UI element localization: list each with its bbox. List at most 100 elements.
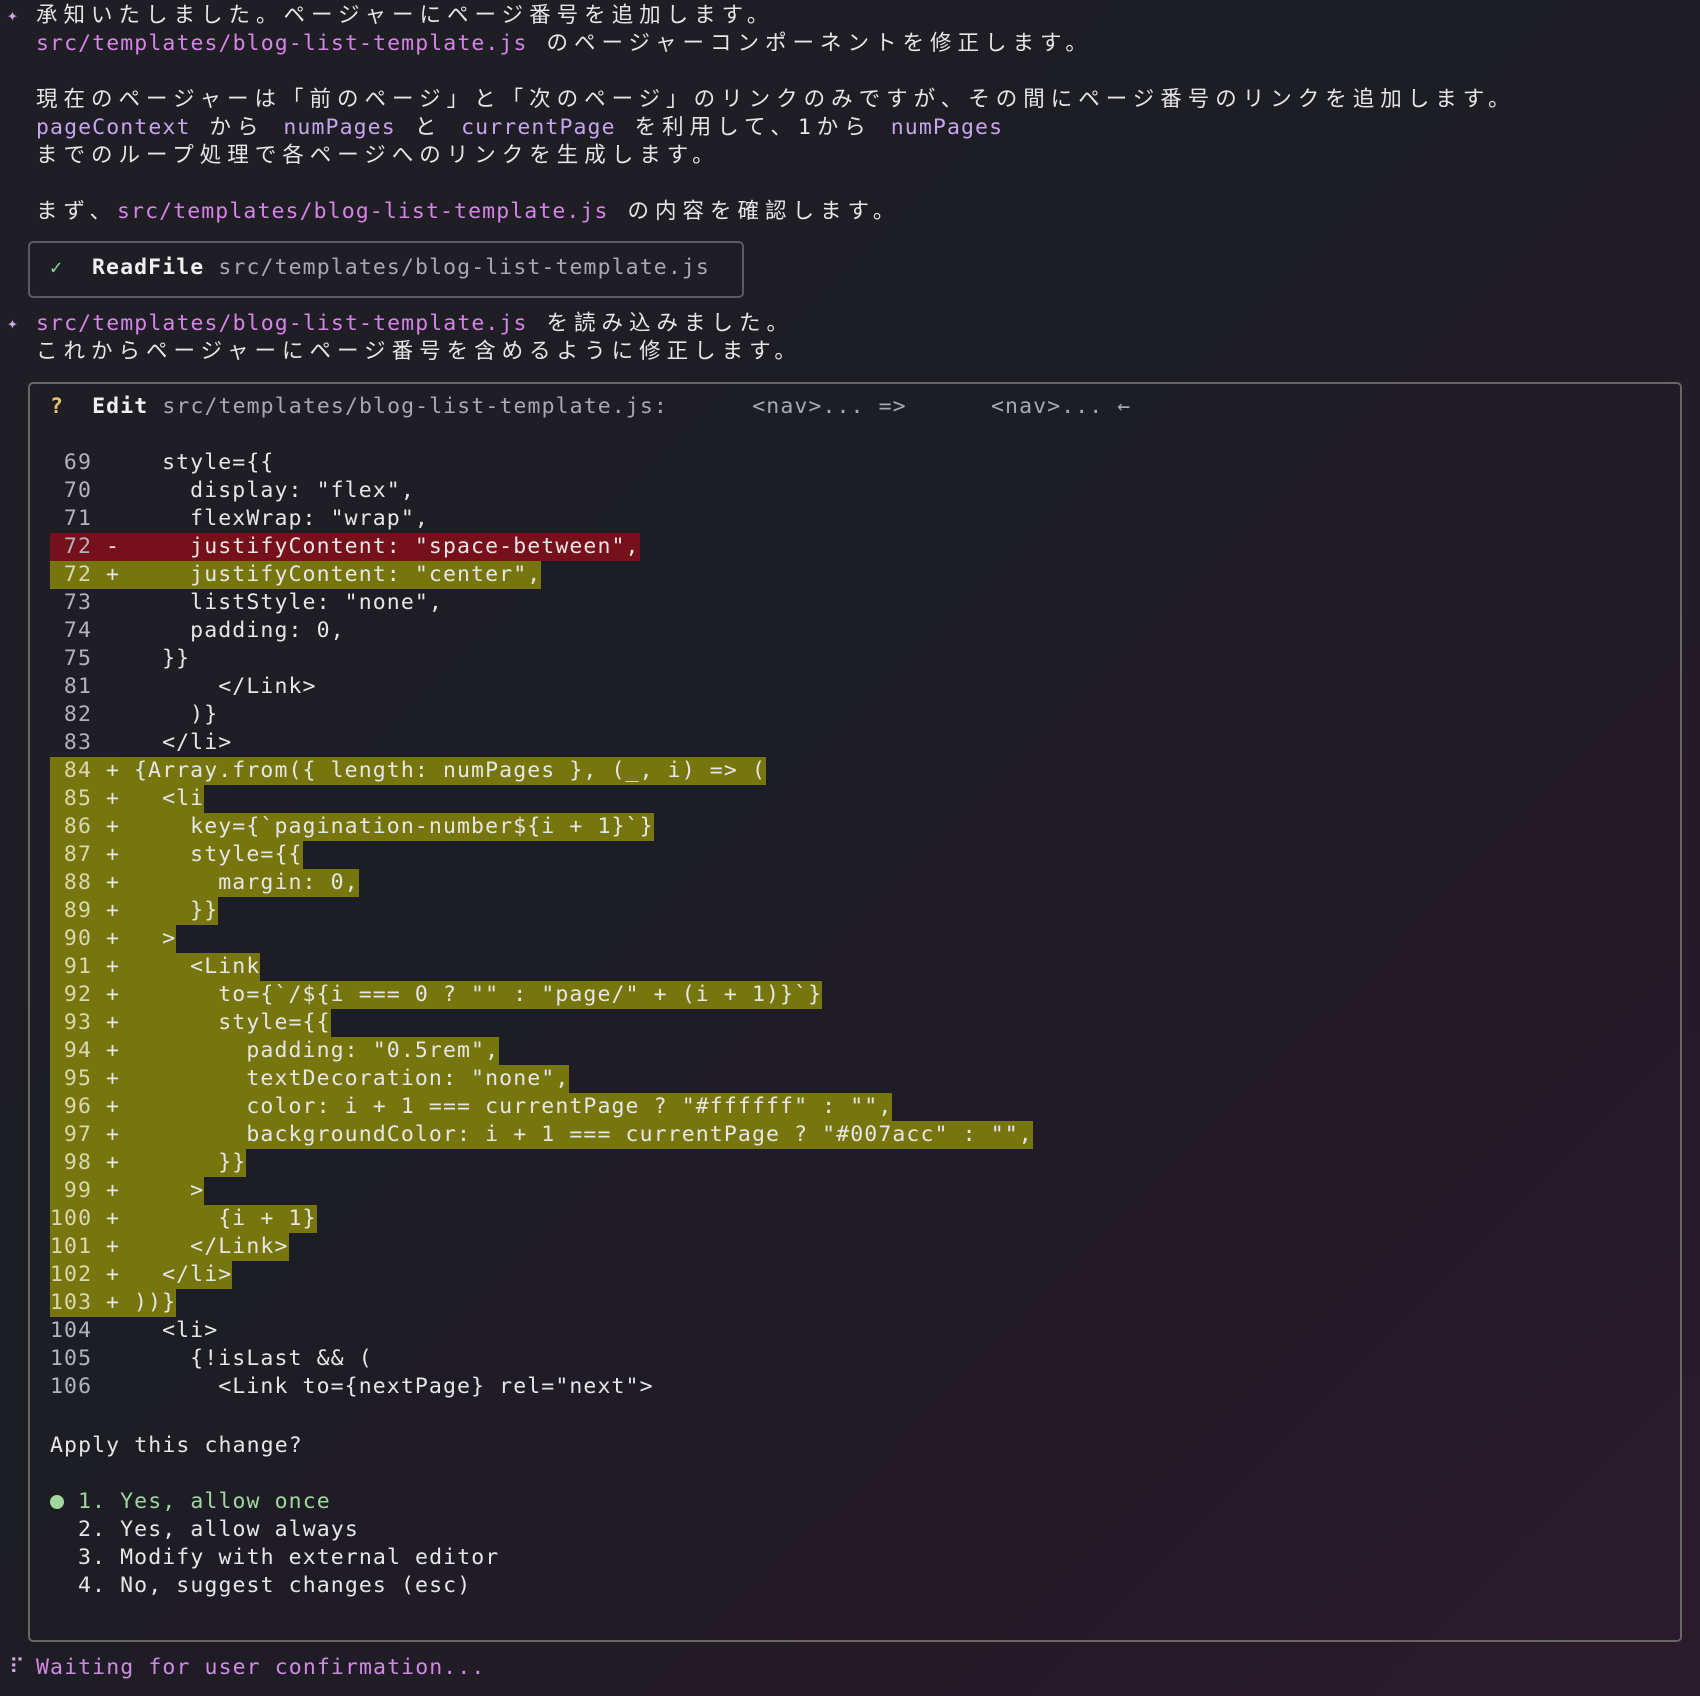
- edit-path: src/templates/blog-list-template.js:: [162, 394, 668, 419]
- diff-line: 105 {!isLast && (: [50, 1345, 1033, 1373]
- diff-line-added: 99 + >: [50, 1177, 1033, 1205]
- question-icon: ?: [50, 394, 65, 419]
- assistant-message-line: 現在のページャーは「前のページ」と「次のページ」のリンクのみですが、その間にペー…: [36, 87, 1516, 112]
- line-number: 105: [50, 1346, 93, 1371]
- code-text: <li: [134, 786, 205, 811]
- status-text: Waiting for user confirmation...: [36, 1655, 486, 1680]
- code-text: )}: [134, 702, 219, 727]
- diff-view: 69 style={{70 display: "flex", 71 flexWra…: [50, 449, 1033, 1401]
- diff-sign: +: [105, 870, 121, 895]
- line-number: 70: [63, 478, 92, 503]
- line-number: 73: [63, 590, 92, 615]
- diff-line: 83 </li>: [50, 729, 1033, 757]
- code-text: >: [134, 1178, 205, 1203]
- line-number: 85: [63, 786, 92, 811]
- line-number: 71: [63, 506, 92, 531]
- line-number: 102: [50, 1262, 93, 1287]
- option-suggest-changes[interactable]: 4. No, suggest changes (esc): [50, 1572, 499, 1600]
- option-label: 1. Yes, allow once: [78, 1489, 331, 1514]
- diff-sign: +: [105, 1094, 121, 1119]
- code-text: style={{: [134, 1010, 331, 1035]
- diff-line-added: 72 + justifyContent: "center",: [50, 561, 1033, 589]
- line-number: 101: [50, 1234, 93, 1259]
- assistant-message-line: pageContext から numPages と currentPage を利…: [36, 114, 1003, 142]
- line-number: 95: [63, 1066, 92, 1091]
- diff-sign: +: [105, 786, 121, 811]
- code-text: {!isLast && (: [134, 1346, 373, 1371]
- file-path: src/templates/blog-list-template.js: [36, 31, 528, 56]
- diff-line-added: 103 +))}: [50, 1289, 1033, 1317]
- message-text: の内容を確認します。: [608, 199, 901, 224]
- code-text: color: i + 1 === currentPage ? "#ffffff"…: [134, 1094, 893, 1119]
- line-number: 74: [63, 618, 92, 643]
- code-text: flexWrap: "wrap",: [134, 506, 429, 531]
- message-text: を利用して、1から: [615, 115, 891, 140]
- line-number: 83: [63, 730, 92, 755]
- code-text: <Link to={nextPage} rel="next">: [134, 1374, 654, 1399]
- diff-sign: +: [105, 898, 121, 923]
- line-number: 89: [63, 898, 92, 923]
- sparkle-icon: ✦: [7, 313, 19, 334]
- diff-sign: +: [105, 1234, 121, 1259]
- code-text: display: "flex",: [134, 478, 415, 503]
- line-number: 92: [63, 982, 92, 1007]
- diff-sign: +: [105, 1010, 121, 1035]
- edit-to: <nav>... ←: [991, 394, 1132, 419]
- diff-line-added: 84 + {Array.from({ length: numPages }, (_,…: [50, 757, 1033, 785]
- tool-call-text: ReadFile src/templates/blog-list-templat…: [92, 254, 710, 282]
- edit-title: Edit: [92, 394, 149, 419]
- diff-sign: +: [105, 1206, 121, 1231]
- code-text: </li>: [134, 730, 233, 755]
- code-text: style={{: [134, 450, 275, 475]
- code-text: {i + 1}: [134, 1206, 317, 1231]
- line-number: 99: [63, 1178, 92, 1203]
- option-label: 2. Yes, allow always: [78, 1517, 359, 1542]
- code-text: <Link: [134, 954, 261, 979]
- options-list: 1. Yes, allow once 2. Yes, allow always …: [50, 1488, 499, 1600]
- terminal-window: ✦ 承知いたしました。ページャーにページ番号を追加します。 src/templa…: [0, 0, 1700, 1696]
- diff-line-added: 96 + color: i + 1 === currentPage ? "#fff…: [50, 1093, 1033, 1121]
- diff-sign: -: [105, 534, 121, 559]
- diff-sign: +: [105, 926, 121, 951]
- assistant-message-line: src/templates/blog-list-template.js を読み込…: [36, 310, 794, 338]
- apply-question: Apply this change?: [50, 1433, 303, 1458]
- code-ref: pageContext: [36, 115, 191, 140]
- code-text: to={`/${i === 0 ? "" : "page/" + (i + 1)…: [134, 982, 823, 1007]
- diff-line: 71 flexWrap: "wrap",: [50, 505, 1033, 533]
- line-number: 100: [50, 1206, 93, 1231]
- diff-line: 104 <li>: [50, 1317, 1033, 1345]
- tool-name: ReadFile: [92, 255, 205, 280]
- option-allow-always[interactable]: 2. Yes, allow always: [50, 1516, 499, 1544]
- code-text: ))}: [134, 1290, 177, 1315]
- code-ref: numPages: [283, 115, 396, 140]
- option-external-editor[interactable]: 3. Modify with external editor: [50, 1544, 499, 1572]
- line-number: 82: [63, 702, 92, 727]
- diff-line-added: 100 + {i + 1}: [50, 1205, 1033, 1233]
- line-number: 104: [50, 1318, 93, 1343]
- message-text: のページャーコンポーネントを修正します。: [527, 31, 1093, 56]
- diff-line-added: 95 + textDecoration: "none",: [50, 1065, 1033, 1093]
- diff-line-added: 89 + }}: [50, 897, 1033, 925]
- code-text: padding: "0.5rem",: [134, 1038, 500, 1063]
- line-number: 87: [63, 842, 92, 867]
- code-text: listStyle: "none",: [134, 590, 443, 615]
- line-number: 69: [63, 450, 92, 475]
- assistant-message-line: までのループ処理で各ページへのリンクを生成します。: [36, 143, 720, 168]
- check-icon: ✓: [50, 255, 64, 279]
- code-text: margin: 0,: [134, 870, 359, 895]
- diff-line-added: 101 + </Link>: [50, 1233, 1033, 1261]
- code-ref: currentPage: [461, 115, 616, 140]
- option-allow-once[interactable]: 1. Yes, allow once: [50, 1488, 499, 1516]
- line-number: 72: [63, 562, 92, 587]
- diff-line-added: 98 + }}: [50, 1149, 1033, 1177]
- tool-arg: src/templates/blog-list-template.js: [218, 255, 710, 280]
- file-path: src/templates/blog-list-template.js: [117, 199, 609, 224]
- diff-line-added: 88 + margin: 0,: [50, 869, 1033, 897]
- code-text: justifyContent: "center",: [134, 562, 542, 587]
- diff-sign: +: [105, 1150, 121, 1175]
- diff-line-added: 85 + <li: [50, 785, 1033, 813]
- diff-sign: +: [105, 1122, 121, 1147]
- code-text: {Array.from({ length: numPages }, (_, i)…: [134, 758, 766, 783]
- diff-sign: +: [105, 1262, 121, 1287]
- code-text: padding: 0,: [134, 618, 345, 643]
